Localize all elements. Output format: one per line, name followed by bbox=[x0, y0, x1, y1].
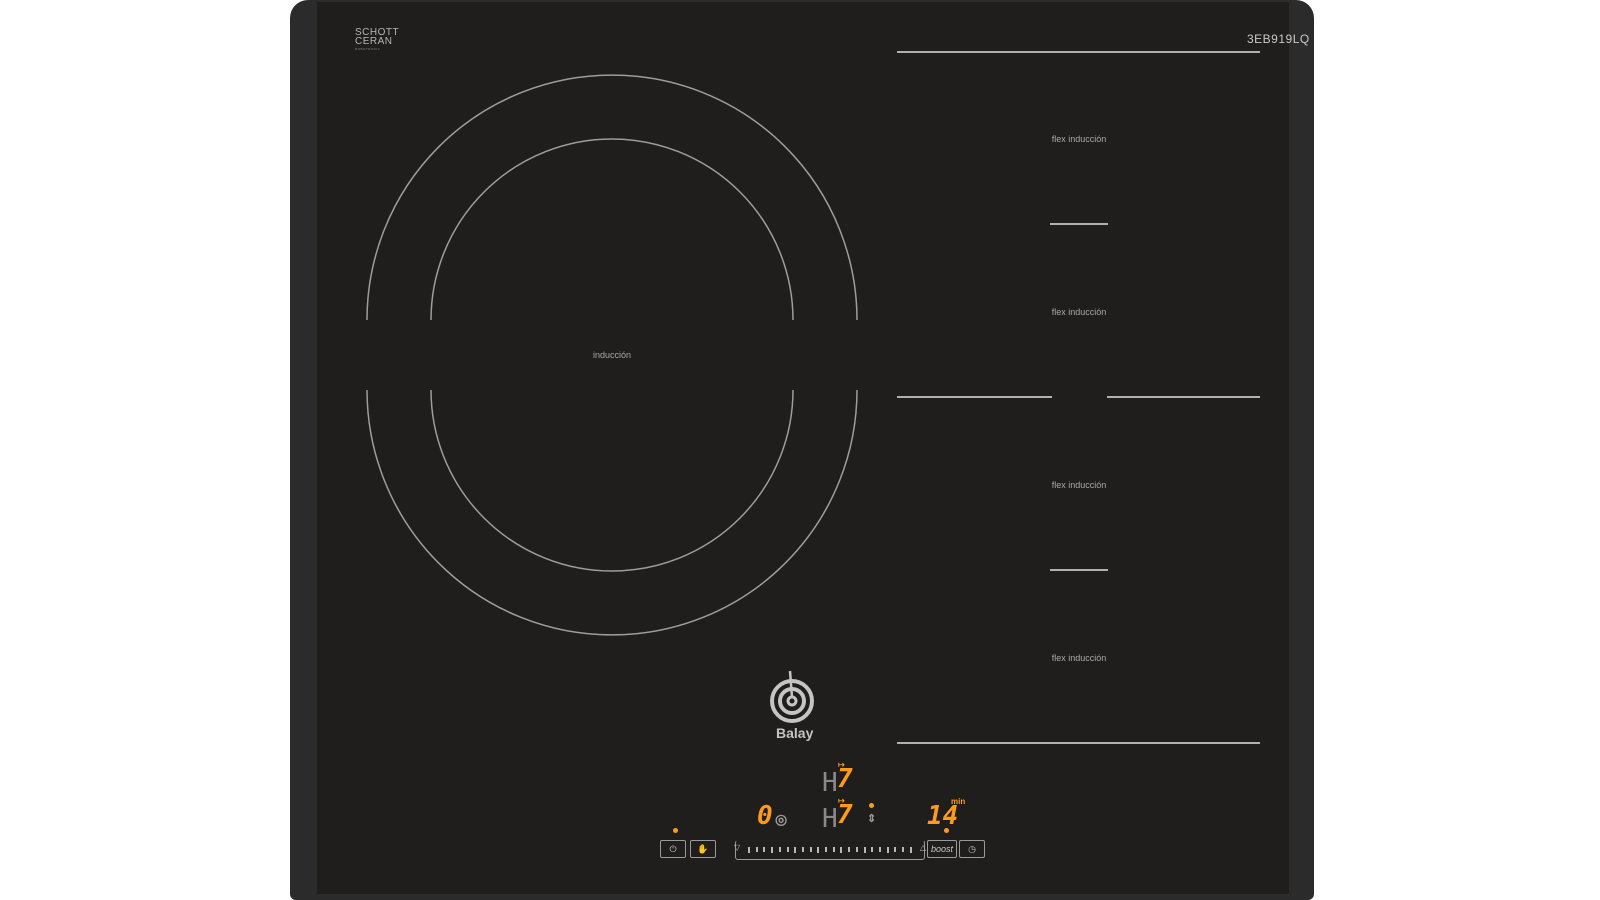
brand-logo-text: Balay bbox=[776, 725, 814, 741]
power-slider[interactable]: ▽ △ bbox=[734, 840, 926, 860]
slider-tick bbox=[863, 847, 866, 853]
slider-tick bbox=[763, 847, 766, 852]
hand-icon: ✋ bbox=[697, 843, 709, 854]
slider-tick bbox=[755, 847, 758, 852]
main-zone-display: 0 bbox=[757, 801, 773, 831]
slider-tick bbox=[909, 847, 912, 853]
power-indicator-dot bbox=[673, 828, 678, 833]
slider-tick bbox=[794, 847, 797, 853]
flex-top-prefix: H bbox=[822, 768, 838, 798]
timer-button[interactable]: ◷ bbox=[959, 840, 985, 858]
flex-label-1: flex inducción bbox=[1051, 134, 1107, 144]
wipe-protection-button[interactable]: ✋ bbox=[690, 840, 716, 858]
slider-tick bbox=[809, 847, 812, 852]
flex-label-3: flex inducción bbox=[1051, 480, 1107, 490]
slider-tick bbox=[771, 847, 774, 853]
slider-plus-icon: △ bbox=[919, 843, 926, 852]
inner-ring-top bbox=[430, 138, 794, 321]
ceramic-glass: SCHOTT CERAN ROBOTRONIC 3EB919LQ inducci… bbox=[317, 2, 1309, 894]
outer-ring-top bbox=[366, 74, 858, 321]
power-icon: ⏻ bbox=[669, 843, 677, 854]
slider-minus-icon: ▽ bbox=[734, 843, 741, 852]
power-button[interactable]: ⏻ bbox=[660, 840, 686, 858]
flex-bottom-prefix: H bbox=[822, 804, 838, 834]
timer-indicator-dot bbox=[944, 828, 949, 833]
cooktop-frame: SCHOTT CERAN ROBOTRONIC 3EB919LQ inducci… bbox=[290, 0, 1314, 900]
zone-label-induction: inducción bbox=[592, 350, 632, 360]
slider-tick bbox=[840, 847, 843, 853]
slider-tick bbox=[855, 847, 858, 852]
slider-tick bbox=[825, 847, 827, 852]
slider-tick bbox=[902, 847, 904, 852]
slider-tick bbox=[878, 847, 881, 852]
flex-label-4: flex inducción bbox=[1051, 653, 1107, 663]
flex-bottom-display: 7 bbox=[837, 800, 853, 830]
clock-icon: ◷ bbox=[968, 843, 976, 854]
boost-button[interactable]: boost bbox=[927, 840, 957, 858]
slider-tick bbox=[786, 847, 789, 852]
slider-tick bbox=[886, 847, 889, 853]
slider-tick bbox=[801, 847, 804, 852]
flex-mode-icon[interactable]: ⇕ bbox=[867, 812, 876, 825]
outer-ring-bottom bbox=[366, 389, 858, 636]
flex-label-2: flex inducción bbox=[1051, 307, 1107, 317]
slider-tick bbox=[748, 847, 750, 853]
inner-ring-bottom bbox=[430, 389, 794, 572]
zone-markings bbox=[366, 51, 1260, 744]
slider-tick bbox=[871, 847, 874, 852]
timer-display: 14 bbox=[927, 801, 959, 831]
slider-tick bbox=[832, 847, 835, 852]
flex-indicator-dot bbox=[869, 803, 874, 808]
flex-top-display: 7 bbox=[837, 764, 853, 794]
slider-tick bbox=[778, 847, 781, 852]
zone-select-icon: ◎ bbox=[775, 811, 788, 827]
slider-tick bbox=[817, 847, 820, 853]
slider-tick bbox=[848, 847, 851, 852]
slider-tick bbox=[894, 847, 897, 852]
